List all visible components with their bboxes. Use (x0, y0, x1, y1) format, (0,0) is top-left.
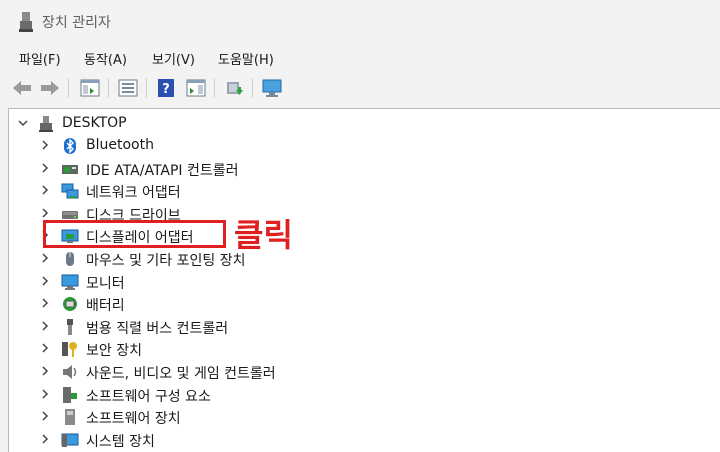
scan-hardware-button[interactable] (260, 76, 284, 100)
help-icon: ? (158, 79, 174, 97)
chevron-right-icon[interactable] (39, 139, 51, 151)
computer-icon (39, 116, 53, 132)
tree-item-label: 보안 장치 (86, 343, 142, 360)
chevron-right-icon[interactable] (39, 320, 51, 332)
annotation-highlight-box (43, 220, 226, 248)
back-icon (13, 81, 31, 95)
security-device-icon (62, 342, 77, 358)
list-view-button[interactable] (116, 76, 140, 100)
help-button[interactable]: ? (154, 76, 178, 100)
tree-item[interactable]: 마우스 및 기타 포인팅 장치 (9, 248, 709, 270)
chevron-right-icon[interactable] (39, 275, 51, 287)
menu-help[interactable]: 도움말(H) (216, 49, 276, 68)
monitor-scan-icon (262, 79, 282, 97)
tree-item-label: 모니터 (86, 275, 125, 292)
chevron-right-icon[interactable] (39, 410, 51, 422)
back-button[interactable] (10, 76, 34, 100)
device-manager-app-icon (19, 12, 33, 32)
tree-item[interactable]: 사운드, 비디오 및 게임 컨트롤러 (9, 361, 709, 383)
tree-item[interactable]: 모니터 (9, 271, 709, 293)
chevron-down-icon[interactable] (17, 117, 29, 129)
chevron-right-icon[interactable] (39, 297, 51, 309)
chevron-right-icon[interactable] (39, 184, 51, 196)
tree-item[interactable]: 소프트웨어 구성 요소 (9, 384, 709, 406)
chevron-right-icon[interactable] (39, 388, 51, 400)
toolbar-separator (108, 78, 109, 98)
chevron-right-icon[interactable] (39, 433, 51, 445)
title-bar: 장치 관리자 (0, 0, 720, 44)
chevron-right-icon[interactable] (39, 365, 51, 377)
tree-root-desktop[interactable]: DESKTOP (9, 113, 709, 135)
usb-icon (67, 318, 73, 335)
system-device-icon (61, 433, 79, 447)
properties-panel-icon (80, 79, 100, 97)
toolbar-separator (252, 78, 253, 98)
update-driver-button[interactable] (222, 76, 246, 100)
tree-item-label: 네트워크 어댑터 (86, 185, 181, 202)
tree-item-label: 마우스 및 기타 포인팅 장치 (86, 253, 246, 269)
forward-icon (41, 81, 59, 95)
chevron-right-icon[interactable] (39, 162, 51, 174)
menu-file[interactable]: 파일(F) (17, 49, 63, 68)
tree-item[interactable]: IDE ATA/ATAPI 컨트롤러 (9, 158, 709, 180)
tree-item[interactable]: 보안 장치 (9, 338, 709, 360)
tree-item[interactable]: 네트워크 어댑터 (9, 180, 709, 202)
sound-icon (63, 365, 77, 379)
details-view-button[interactable] (184, 76, 208, 100)
annotation-click-label: 클릭 (234, 216, 293, 254)
tree-item-label: 사운드, 비디오 및 게임 컨트롤러 (86, 366, 276, 382)
forward-button[interactable] (38, 76, 62, 100)
tree-item[interactable]: Bluetooth (9, 135, 709, 157)
chevron-right-icon[interactable] (39, 252, 51, 264)
bluetooth-icon (64, 138, 76, 154)
tree-item-label: 시스템 장치 (86, 433, 155, 450)
toolbar-separator (214, 78, 215, 98)
tree-item-label: IDE ATA/ATAPI 컨트롤러 (86, 162, 239, 179)
details-view-icon (186, 79, 206, 97)
menu-view[interactable]: 보기(V) (150, 49, 197, 68)
tree-item-label: 소프트웨어 장치 (86, 411, 181, 428)
mouse-icon (66, 252, 74, 266)
tree-item-label: Bluetooth (86, 137, 154, 153)
software-component-icon (63, 386, 77, 403)
tree-root-label: DESKTOP (62, 115, 127, 131)
toolbar: ? (0, 72, 720, 104)
chevron-right-icon[interactable] (39, 342, 51, 354)
toolbar-separator (146, 78, 147, 98)
monitor-icon (61, 274, 79, 290)
svg-text:?: ? (162, 82, 170, 97)
window-title: 장치 관리자 (42, 15, 111, 31)
list-view-icon (118, 79, 138, 97)
tree-item-label: 소프트웨어 구성 요소 (86, 388, 211, 405)
ide-controller-icon (62, 164, 78, 174)
chevron-right-icon[interactable] (39, 207, 51, 219)
tree-item[interactable]: 배터리 (9, 293, 709, 315)
properties-panel-button[interactable] (78, 76, 102, 100)
battery-icon (63, 297, 77, 312)
tree-item[interactable]: 범용 직렬 버스 컨트롤러 (9, 316, 709, 338)
update-driver-icon (227, 82, 243, 95)
tree-item[interactable]: 시스템 장치 (9, 429, 709, 451)
tree-item[interactable]: 소프트웨어 장치 (9, 406, 709, 428)
software-device-icon (65, 409, 75, 426)
tree-item-label: 배터리 (86, 298, 125, 315)
device-tree: DESKTOP Bluetooth IDE ATA/ATAPI 컨트롤러네트워크 … (8, 108, 720, 452)
menu-action[interactable]: 동작(A) (82, 49, 129, 68)
tree-item-label: 범용 직렬 버스 컨트롤러 (86, 320, 229, 337)
menu-bar: 파일(F) 동작(A) 보기(V) 도움말(H) (0, 44, 720, 72)
network-adapter-icon (61, 183, 79, 199)
toolbar-separator (68, 78, 69, 98)
